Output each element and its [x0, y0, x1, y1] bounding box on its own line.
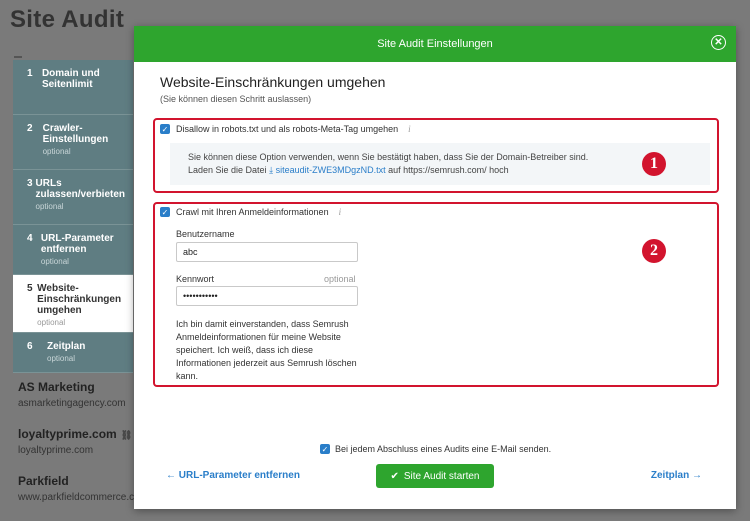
list-item[interactable]: AS Marketing asmarketingagency.com: [18, 380, 140, 409]
step-number: 5: [27, 283, 33, 294]
project-list: AS Marketing asmarketingagency.com loyal…: [18, 380, 140, 521]
step-optional: optional: [35, 202, 64, 211]
arrow-left-icon: ←: [166, 470, 176, 481]
start-label: Site Audit starten: [403, 470, 480, 482]
username-label: Benutzername: [176, 229, 235, 239]
back-label: URL-Parameter entfernen: [178, 470, 300, 481]
step-number: 2: [27, 123, 33, 134]
download-file-link[interactable]: siteaudit-ZWE3MDgzND.txt: [276, 165, 386, 175]
section-subheading: (Sie können diesen Schritt auslassen): [160, 94, 312, 104]
email-option: ✓ Bei jedem Abschluss eines Audits eine …: [320, 444, 551, 454]
next-label: Zeitplan: [650, 470, 690, 481]
back-button[interactable]: ← URL-Parameter entfernen: [166, 470, 300, 481]
disallow-info: Sie können diese Option verwenden, wenn …: [170, 143, 710, 185]
crawl-credentials-checkbox[interactable]: ✓: [160, 207, 170, 217]
modal-content: Website-Einschränkungen umgehen (Sie kön…: [160, 74, 716, 104]
email-checkbox[interactable]: ✓: [320, 444, 330, 454]
step-schedule[interactable]: 6 Zeitplan optional: [13, 333, 133, 373]
section-heading: Website-Einschränkungen umgehen: [160, 74, 386, 90]
info-text-pre: Laden Sie die Datei: [188, 165, 267, 175]
password-label: Kennwort: [176, 274, 215, 284]
annotation-marker-1: 1: [642, 152, 666, 176]
info-icon[interactable]: i: [339, 207, 342, 217]
annotation-marker-2: 2: [642, 239, 666, 263]
crawl-credentials-label: Crawl mit Ihren Anmeldeinformationen: [176, 207, 329, 217]
step-number: 6: [27, 341, 33, 352]
project-url: www.parkfieldcommerce.co: [18, 492, 140, 503]
consent-text: Ich bin damit einverstanden, dass Semrus…: [176, 319, 357, 381]
settings-modal: Site Audit Einstellungen ✕ Website-Einsc…: [134, 26, 736, 509]
username-input[interactable]: abc: [176, 242, 358, 262]
link-icon: ⛓: [120, 430, 133, 440]
project-name: Parkfield: [18, 474, 69, 488]
step-optional: optional: [40, 257, 69, 266]
project-url: loyaltyprime.com: [18, 445, 94, 456]
disallow-checkbox[interactable]: ✓: [160, 124, 170, 134]
close-icon[interactable]: ✕: [711, 35, 726, 50]
step-label: Domain und Seitenlimit: [41, 68, 100, 90]
step-crawler[interactable]: 2 Crawler-Einstellungen optional: [13, 115, 133, 170]
step-urls[interactable]: 3 URLs zulassen/verbieten optional: [13, 170, 133, 225]
crawl-credentials-option: ✓ Crawl mit Ihren Anmeldeinformationen i: [160, 207, 341, 217]
wizard-steps: 1 Domain und Seitenlimit 2 Crawler-Einst…: [13, 60, 133, 373]
step-number: 1: [27, 68, 33, 79]
disallow-option: ✓ Disallow in robots.txt und als robots-…: [160, 124, 411, 134]
email-label: Bei jedem Abschluss eines Audits eine E-…: [335, 444, 552, 454]
info-text-post: auf https://semrush.com/ hoch: [388, 165, 509, 175]
project-name: AS Marketing: [18, 380, 95, 394]
project-name: loyaltyprime.com ⛓: [18, 427, 133, 441]
divider: [14, 56, 22, 58]
password-optional: optional: [324, 274, 356, 284]
step-label: Zeitplan: [47, 341, 86, 352]
step-label: URL-Parameter entfernen: [40, 233, 114, 255]
step-optional: optional: [47, 354, 76, 363]
password-input[interactable]: •••••••••••: [176, 286, 358, 306]
info-icon[interactable]: i: [408, 124, 411, 134]
download-icon[interactable]: ⤓: [269, 165, 273, 175]
step-bypass[interactable]: 5 Website-Einschränkungen umgehen optiona…: [13, 275, 133, 333]
check-icon: ✔: [390, 470, 399, 482]
info-text: Sie können diese Option verwenden, wenn …: [188, 152, 589, 162]
step-label: Crawler-Einstellungen: [42, 123, 109, 145]
step-label: Website-Einschränkungen umgehen: [37, 283, 122, 316]
next-button[interactable]: Zeitplan →: [651, 470, 702, 481]
step-optional: optional: [42, 147, 71, 156]
step-domain[interactable]: 1 Domain und Seitenlimit: [13, 60, 133, 115]
step-label: URLs zulassen/verbieten: [35, 178, 126, 200]
arrow-right-icon: →: [692, 470, 702, 481]
project-url: asmarketingagency.com: [18, 398, 126, 409]
step-optional: optional: [37, 318, 66, 327]
step-number: 4: [27, 233, 33, 244]
list-item[interactable]: Parkfield www.parkfieldcommerce.co: [18, 474, 140, 503]
start-audit-button[interactable]: ✔ Site Audit starten: [376, 464, 494, 488]
page-title: Site Audit: [10, 6, 125, 33]
list-item[interactable]: loyaltyprime.com ⛓ loyaltyprime.com: [18, 427, 140, 456]
step-number: 3: [27, 178, 33, 189]
disallow-label: Disallow in robots.txt und als robots-Me…: [176, 124, 399, 134]
modal-header: Site Audit Einstellungen ✕: [134, 26, 736, 62]
modal-title: Site Audit Einstellungen: [377, 38, 493, 50]
step-url-params[interactable]: 4 URL-Parameter entfernen optional: [13, 225, 133, 275]
